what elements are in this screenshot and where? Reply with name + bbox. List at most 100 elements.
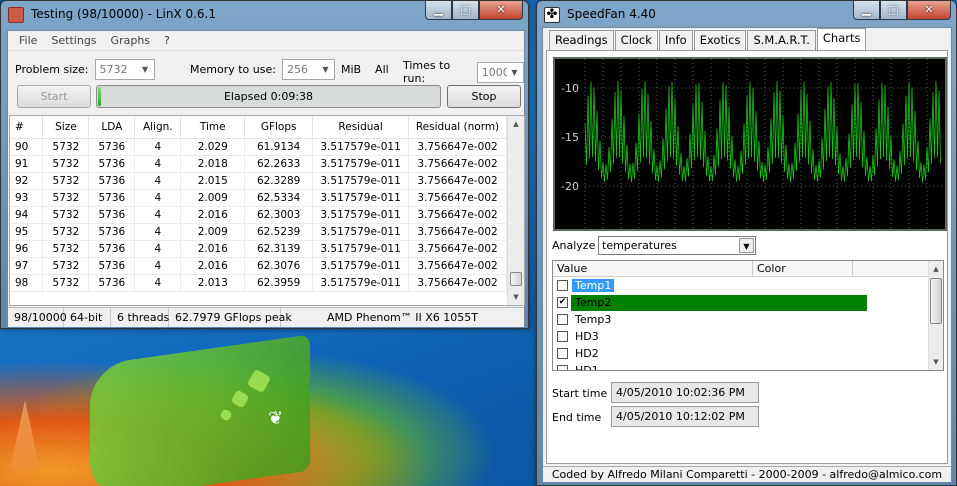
- table-cell: 3.756647e-002: [408, 155, 507, 173]
- list-item[interactable]: Temp1: [553, 277, 943, 294]
- chart-y-tick: -10: [561, 82, 579, 95]
- table-row[interactable]: 92 5732 5736 4 2.015 62.3289 3.517579e-011 3.75…: [10, 172, 507, 190]
- maximize-icon[interactable]: □: [880, 1, 907, 20]
- column-header[interactable]: Residual: [312, 116, 410, 139]
- table-row[interactable]: 91 5732 5736 4 2.018 62.2633 3.517579e-011 3.75…: [10, 155, 507, 173]
- tab-readings[interactable]: Readings: [549, 30, 614, 50]
- memory-combo[interactable]: 256 ▼: [281, 59, 335, 80]
- speedfan-titlebar[interactable]: ✤ SpeedFan 4.40 ▁ □ ✕: [537, 1, 956, 29]
- sensor-list-scrollbar[interactable]: ▲ ▼: [928, 261, 943, 370]
- table-cell: 5732: [42, 172, 90, 190]
- chart-y-tick: -20: [561, 180, 579, 193]
- list-item[interactable]: ✔ Temp2: [553, 294, 943, 311]
- status-count: 98/10000: [8, 308, 67, 327]
- table-cell: 2.016: [180, 206, 246, 224]
- checkbox[interactable]: ✔: [557, 297, 568, 308]
- table-cell: 5736: [88, 257, 136, 275]
- scroll-up-icon[interactable]: ▲: [508, 116, 524, 132]
- temperature-chart: -10 -15 -20: [553, 57, 947, 231]
- tab-exotics[interactable]: Exotics: [693, 30, 747, 50]
- table-row[interactable]: 98 5732 5736 4 2.013 62.3959 3.517579e-011 3.75…: [10, 274, 507, 292]
- menu-graphs[interactable]: Graphs: [104, 34, 157, 47]
- checkbox[interactable]: [557, 314, 568, 325]
- column-header[interactable]: Residual (norm): [408, 116, 507, 139]
- table-cell: 5736: [88, 223, 136, 241]
- column-header[interactable]: LDA: [88, 116, 136, 139]
- table-cell: 2.009: [180, 189, 246, 207]
- minimize-icon[interactable]: ▁: [853, 1, 880, 20]
- table-row[interactable]: 93 5732 5736 4 2.009 62.5334 3.517579e-011 3.75…: [10, 189, 507, 207]
- table-cell: 2.016: [180, 257, 246, 275]
- start-button[interactable]: Start: [17, 85, 91, 108]
- table-cell: 5736: [88, 274, 136, 292]
- table-row[interactable]: 90 5732 5736 4 2.029 61.9134 3.517579e-011 3.75…: [10, 138, 507, 156]
- menu-help[interactable]: ?: [157, 34, 177, 47]
- maximize-icon[interactable]: □: [452, 1, 479, 20]
- table-cell: 5732: [42, 257, 90, 275]
- table-row[interactable]: 95 5732 5736 4 2.009 62.5239 3.517579e-011 3.75…: [10, 223, 507, 241]
- column-header[interactable]: #: [10, 116, 44, 139]
- tab-charts[interactable]: Charts: [816, 28, 867, 50]
- scroll-down-icon[interactable]: ▼: [508, 289, 524, 305]
- times-to-run-combo[interactable]: 10000 ▼: [476, 61, 524, 83]
- table-cell: 3.756647e-002: [408, 240, 507, 258]
- close-icon[interactable]: ✕: [907, 1, 951, 20]
- table-row[interactable]: 96 5732 5736 4 2.016 62.3139 3.517579e-011 3.75…: [10, 240, 507, 258]
- scroll-thumb[interactable]: [930, 278, 942, 324]
- chevron-down-icon: ▼: [141, 65, 149, 74]
- table-row[interactable]: 94 5732 5736 4 2.016 62.3003 3.517579e-011 3.75…: [10, 206, 507, 224]
- times-to-run-label: Times to run:: [403, 59, 451, 85]
- color-swatch[interactable]: [571, 294, 867, 311]
- scroll-down-icon[interactable]: ▼: [929, 354, 943, 370]
- column-header[interactable]: GFlops: [244, 116, 314, 139]
- table-cell: 5736: [88, 155, 136, 173]
- tab-smart[interactable]: S.M.A.R.T.: [747, 30, 816, 50]
- status-peak: 62.7979 GFlops peak: [169, 308, 292, 327]
- table-cell: 2.009: [180, 223, 246, 241]
- table-cell: 5732: [42, 274, 90, 292]
- end-time-field[interactable]: 4/05/2010 10:12:02 PM: [611, 406, 759, 427]
- analyze-select[interactable]: temperatures ▼: [598, 236, 756, 255]
- stop-button[interactable]: Stop: [447, 85, 521, 108]
- table-cell: 62.3139: [244, 240, 314, 258]
- column-header[interactable]: Time: [180, 116, 246, 139]
- minimize-icon[interactable]: ▁: [425, 1, 452, 20]
- scroll-thumb[interactable]: [510, 272, 522, 286]
- linx-titlebar[interactable]: Testing (98/10000) - LinX 0.6.1 ▁ □ ✕: [1, 1, 528, 29]
- list-item[interactable]: HD1: [553, 362, 943, 370]
- close-icon[interactable]: ✕: [479, 1, 523, 20]
- checkbox[interactable]: [557, 331, 568, 342]
- table-row[interactable]: 97 5732 5736 4 2.016 62.3076 3.517579e-011 3.75…: [10, 257, 507, 275]
- table-cell: 3.517579e-011: [312, 223, 410, 241]
- memory-all-link[interactable]: All: [375, 63, 389, 76]
- table-cell: 2.016: [180, 240, 246, 258]
- menu-file[interactable]: File: [12, 34, 44, 47]
- results-scrollbar[interactable]: ▲ ▼: [507, 116, 524, 305]
- list-item[interactable]: HD3: [553, 328, 943, 345]
- table-cell: 4: [134, 138, 182, 156]
- table-cell: 5732: [42, 206, 90, 224]
- list-item[interactable]: HD2: [553, 345, 943, 362]
- linx-title: Testing (98/10000) - LinX 0.6.1: [31, 7, 217, 21]
- menu-settings[interactable]: Settings: [44, 34, 103, 47]
- column-header[interactable]: Align.: [134, 116, 182, 139]
- list-item[interactable]: Temp3: [553, 311, 943, 328]
- table-cell: 4: [134, 223, 182, 241]
- table-cell: 3.517579e-011: [312, 274, 410, 292]
- column-value[interactable]: Value: [553, 261, 753, 276]
- tab-info[interactable]: Info: [658, 30, 693, 50]
- linx-statusbar: 98/10000 64-bit 6 threads 62.7979 GFlops…: [8, 307, 524, 327]
- checkbox[interactable]: [557, 280, 568, 291]
- problem-size-combo[interactable]: 5732 ▼: [94, 59, 155, 80]
- column-header[interactable]: Size: [42, 116, 90, 139]
- start-time-field[interactable]: 4/05/2010 10:02:36 PM: [611, 382, 759, 403]
- column-color[interactable]: Color: [753, 261, 853, 276]
- table-cell: 5736: [88, 189, 136, 207]
- table-cell: 98: [10, 274, 44, 292]
- checkbox[interactable]: [557, 365, 568, 370]
- tab-clock[interactable]: Clock: [614, 30, 658, 50]
- scroll-up-icon[interactable]: ▲: [929, 261, 943, 277]
- checkbox[interactable]: [557, 348, 568, 359]
- table-cell: 62.3003: [244, 206, 314, 224]
- chart-svg: -10 -15 -20: [561, 59, 945, 229]
